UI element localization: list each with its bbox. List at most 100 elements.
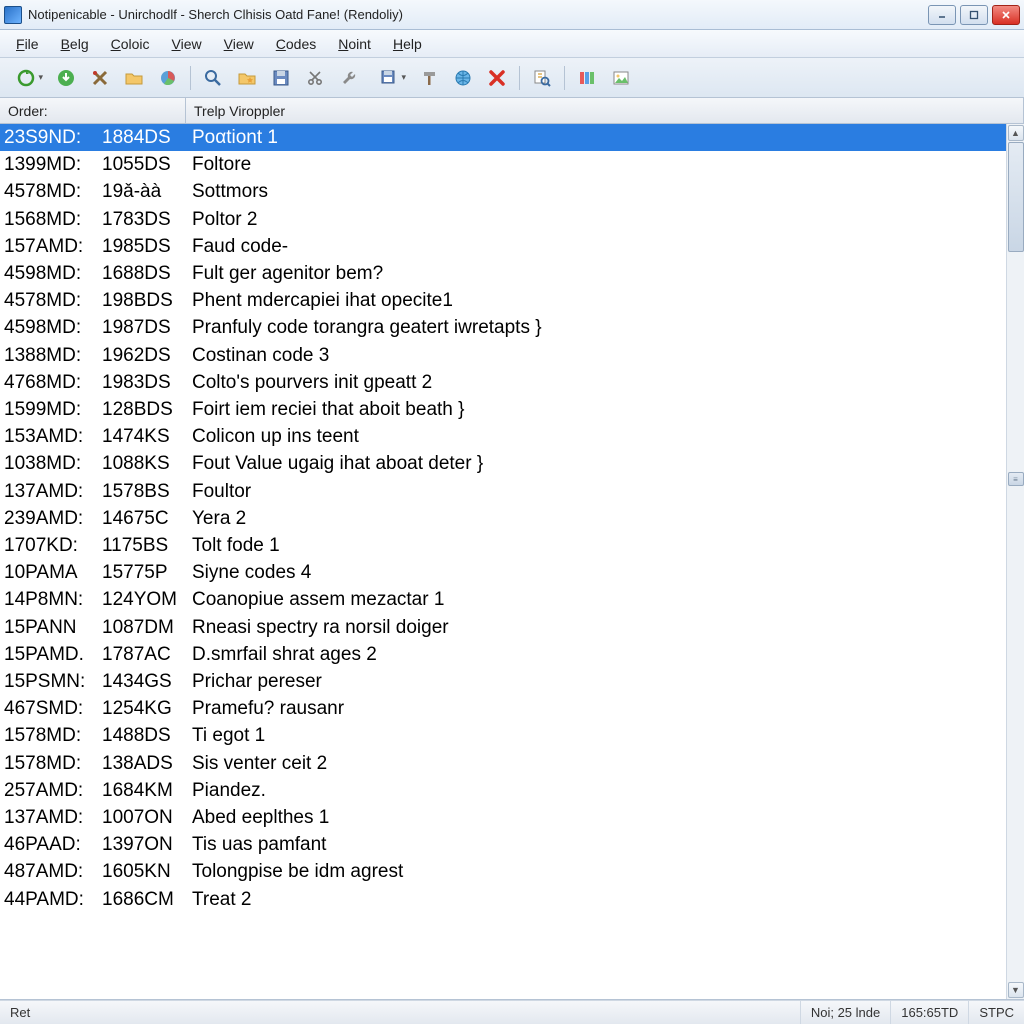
row-col2: 1688DS: [102, 260, 192, 287]
list-row[interactable]: 137AMD:1578BSFoultor: [0, 478, 1006, 505]
menu-noint-6[interactable]: Noint: [328, 33, 381, 55]
globe-icon[interactable]: [449, 64, 477, 92]
list-row[interactable]: 467SMD:1254KGPramefu? rausanr: [0, 695, 1006, 722]
list-row[interactable]: 4768MD:1983DSColto's pourvers init gpeat…: [0, 369, 1006, 396]
column-order[interactable]: Order:: [0, 98, 186, 123]
toolbar: [0, 58, 1024, 98]
row-col3: Colicon up ins teent: [192, 423, 359, 450]
save-dd-icon[interactable]: [369, 64, 409, 92]
row-col2: 1007ON: [102, 804, 192, 831]
list-row[interactable]: 153AMD:1474KSColicon up ins teent: [0, 423, 1006, 450]
inspect-icon[interactable]: [528, 64, 556, 92]
menu-help-7[interactable]: Help: [383, 33, 432, 55]
row-col2: 1684KM: [102, 777, 192, 804]
list-row[interactable]: 1599MD:128BDSFoirt iem reciei that aboit…: [0, 396, 1006, 423]
scrollbar-track[interactable]: ≡: [1008, 142, 1024, 981]
row-col3: Sottmors: [192, 178, 268, 205]
delete-x-icon[interactable]: [483, 64, 511, 92]
scroll-down-icon[interactable]: ▼: [1008, 982, 1024, 998]
row-col2: 14675C: [102, 505, 192, 532]
main-area: 23S9ND:1884DSPoαtiont 11399MD:1055DSFolt…: [0, 124, 1024, 1000]
list-row[interactable]: 15PANN1087DMRneasi spectry ra norsil doi…: [0, 614, 1006, 641]
menu-codes-5[interactable]: Codes: [266, 33, 326, 55]
list-row[interactable]: 1707KD:1175BSTolt fode 1: [0, 532, 1006, 559]
column-header: Order: Trelp Viroppler: [0, 98, 1024, 124]
vertical-scrollbar[interactable]: ▲ ≡ ▼: [1006, 124, 1024, 999]
list-row[interactable]: 1578MD:1488DSTi egot 1: [0, 722, 1006, 749]
row-col3: Tis uas pamfant: [192, 831, 326, 858]
row-col3: Abed eeplthes 1: [192, 804, 329, 831]
list-row[interactable]: 4578MD:19ǎ-ààSottmors: [0, 178, 1006, 205]
scroll-up-icon[interactable]: ▲: [1008, 125, 1024, 141]
menu-view-4[interactable]: View: [214, 33, 264, 55]
scissor-icon[interactable]: [301, 64, 329, 92]
row-col3: Prichar pereser: [192, 668, 322, 695]
list-row[interactable]: 257AMD:1684KMPiandez.: [0, 777, 1006, 804]
row-col1: 1578MD:: [4, 722, 102, 749]
list-row[interactable]: 4598MD:1688DSFult ger agenitor bem?: [0, 260, 1006, 287]
row-col3: Faud code-: [192, 233, 288, 260]
scrollbar-grip-icon[interactable]: ≡: [1008, 472, 1024, 486]
list-row[interactable]: 44PAMD:1686CMTreat 2: [0, 886, 1006, 913]
row-col3: Yera 2: [192, 505, 246, 532]
download-green-icon[interactable]: [52, 64, 80, 92]
list-row[interactable]: 1578MD:138ADSSis venter ceit 2: [0, 750, 1006, 777]
list-row[interactable]: 1568MD:1783DSPoltor 2: [0, 206, 1006, 233]
list-row[interactable]: 4578MD:198BDSPhent mdercapiei ihat opeci…: [0, 287, 1006, 314]
row-col2: 138ADS: [102, 750, 192, 777]
image-icon[interactable]: [607, 64, 635, 92]
search-icon[interactable]: [199, 64, 227, 92]
row-col2: 1488DS: [102, 722, 192, 749]
row-col1: 14P8MN:: [4, 586, 102, 613]
list-row[interactable]: 1399MD:1055DSFoltore: [0, 151, 1006, 178]
menu-file-0[interactable]: File: [6, 33, 49, 55]
list-row[interactable]: 23S9ND:1884DSPoαtiont 1: [0, 124, 1006, 151]
list-row[interactable]: 487AMD:1605KNTolongpise be idm agrest: [0, 858, 1006, 885]
list-view[interactable]: 23S9ND:1884DSPoαtiont 11399MD:1055DSFolt…: [0, 124, 1006, 999]
row-col1: 257AMD:: [4, 777, 102, 804]
list-row[interactable]: 239AMD:14675CYera 2: [0, 505, 1006, 532]
folder-star-icon[interactable]: [233, 64, 261, 92]
list-row[interactable]: 15PAMD.1787ACD.smrfail shrat ages 2: [0, 641, 1006, 668]
refresh-green-icon[interactable]: [6, 64, 46, 92]
folder-open-icon[interactable]: [120, 64, 148, 92]
window-title: Notipenicable - Unirchodlf - Sherch Clhi…: [28, 7, 928, 22]
piechart-icon[interactable]: [154, 64, 182, 92]
scrollbar-thumb[interactable]: [1008, 142, 1024, 252]
wrench-icon[interactable]: [335, 64, 363, 92]
row-col1: 1599MD:: [4, 396, 102, 423]
maximize-button[interactable]: [960, 5, 988, 25]
row-col3: Foirt iem reciei that aboit beath }: [192, 396, 464, 423]
list-row[interactable]: 46PAAD:1397ONTis uas pamfant: [0, 831, 1006, 858]
list-row[interactable]: 4598MD:1987DSPranfuly code torangra geat…: [0, 314, 1006, 341]
row-col2: 1884DS: [102, 124, 192, 151]
list-row[interactable]: 14P8MN:124YOMCoanopiue assem mezactar 1: [0, 586, 1006, 613]
row-col2: 128BDS: [102, 396, 192, 423]
menu-view-3[interactable]: View: [162, 33, 212, 55]
list-row[interactable]: 137AMD:1007ONAbed eeplthes 1: [0, 804, 1006, 831]
list-row[interactable]: 10PAMA15775PSiyne codes 4: [0, 559, 1006, 586]
tools-x-icon[interactable]: [86, 64, 114, 92]
row-col2: 1397ON: [102, 831, 192, 858]
toolbar-separator: [564, 66, 565, 90]
row-col1: 487AMD:: [4, 858, 102, 885]
row-col1: 4578MD:: [4, 178, 102, 205]
minimize-button[interactable]: [928, 5, 956, 25]
menu-coloic-2[interactable]: Coloic: [101, 33, 160, 55]
row-col1: 157AMD:: [4, 233, 102, 260]
hammer-icon[interactable]: [415, 64, 443, 92]
list-row[interactable]: 1038MD:1088KSFout Value ugaig ihat aboat…: [0, 450, 1006, 477]
status-cell-2: 165:65TD: [890, 1001, 968, 1024]
list-row[interactable]: 1388MD:1962DSCostinan code 3: [0, 342, 1006, 369]
column-main[interactable]: Trelp Viroppler: [186, 98, 1024, 123]
row-col2: 1254KG: [102, 695, 192, 722]
list-row[interactable]: 157AMD:1985DSFaud code-: [0, 233, 1006, 260]
list-row[interactable]: 15PSMN:1434GSPrichar pereser: [0, 668, 1006, 695]
columns-icon[interactable]: [573, 64, 601, 92]
row-col1: 137AMD:: [4, 478, 102, 505]
menu-belg-1[interactable]: Belg: [51, 33, 99, 55]
menubar: FileBelgColoicViewViewCodesNointHelp: [0, 30, 1024, 58]
disk-icon[interactable]: [267, 64, 295, 92]
statusbar: Ret Noi; 25 lnde 165:65TD STPC: [0, 1000, 1024, 1024]
close-button[interactable]: [992, 5, 1020, 25]
